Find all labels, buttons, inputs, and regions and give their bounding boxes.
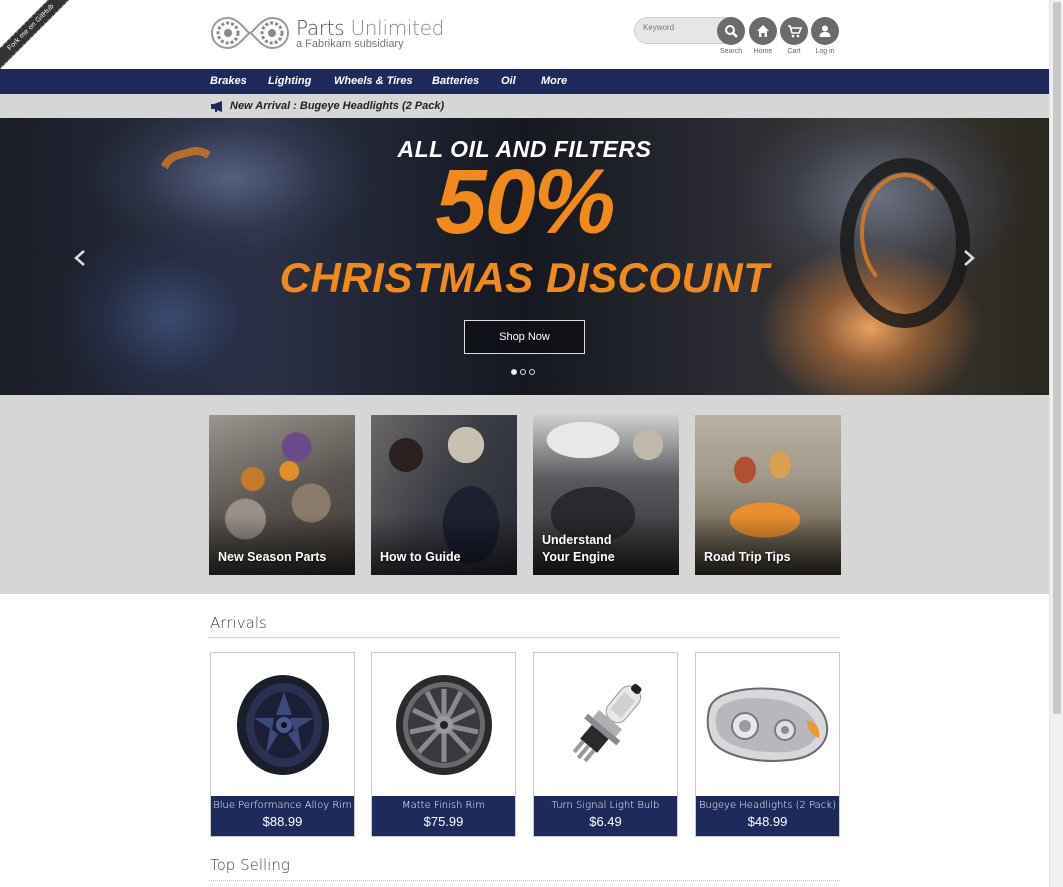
tile-label: Road Trip Tips bbox=[704, 550, 791, 565]
top-selling-divider bbox=[209, 880, 840, 881]
nav-item-lighting[interactable]: Lighting bbox=[268, 75, 311, 87]
hero-subheadline: CHRISTMAS DISCOUNT bbox=[279, 254, 770, 301]
tile-label: Understand Your Engine bbox=[542, 533, 615, 565]
user-icon bbox=[819, 25, 831, 37]
product-name[interactable]: Matte Finish Rim bbox=[372, 800, 515, 811]
login-button[interactable] bbox=[811, 17, 839, 45]
product-image-light-bulb[interactable] bbox=[534, 653, 677, 797]
product-price: $48.99 bbox=[747, 814, 788, 829]
product-name[interactable]: Blue Performance Alloy Rim bbox=[211, 800, 354, 811]
github-ribbon[interactable]: Fork me on GitHub bbox=[0, 0, 80, 80]
search-button[interactable] bbox=[717, 17, 745, 45]
carousel-dot-3[interactable] bbox=[529, 369, 535, 375]
nav-item-more[interactable]: More bbox=[541, 75, 567, 87]
product-name[interactable]: Bugeye Headlights (2 Pack) bbox=[696, 800, 839, 811]
brand-logo[interactable]: Parts Unlimited a Fabrikam subsidiary bbox=[209, 14, 444, 52]
product-image-alloy-rim[interactable] bbox=[211, 653, 354, 797]
github-ribbon-text[interactable]: Fork me on GitHub bbox=[0, 0, 80, 79]
product-image-headlights[interactable] bbox=[696, 653, 839, 797]
site-header: Parts Unlimited a Fabrikam subsidiary Se… bbox=[0, 0, 1049, 69]
carousel-dot-1[interactable] bbox=[511, 369, 517, 375]
cart-icon bbox=[787, 25, 802, 38]
arrivals-title: Arrivals bbox=[210, 614, 267, 632]
tile-road-trip-tips[interactable]: Road Trip Tips bbox=[695, 415, 841, 575]
scrollbar-thumb[interactable] bbox=[1053, 2, 1061, 714]
announcement-text[interactable]: New Arrival : Bugeye Headlights (2 Pack) bbox=[230, 100, 444, 112]
home-button[interactable] bbox=[749, 17, 777, 45]
logo-gears-icon bbox=[210, 16, 290, 50]
megaphone-icon bbox=[211, 101, 222, 112]
tile-how-to-guide[interactable]: How to Guide bbox=[371, 415, 517, 575]
nav-item-wheels-tires[interactable]: Wheels & Tires bbox=[334, 75, 413, 87]
product-card[interactable]: Turn Signal Light Bulb $6.49 bbox=[533, 652, 678, 837]
nav-item-oil[interactable]: Oil bbox=[501, 75, 516, 87]
product-card[interactable]: Blue Performance Alloy Rim $88.99 bbox=[210, 652, 355, 837]
top-selling-title: Top Selling bbox=[210, 856, 290, 874]
hero-carousel: ALL OIL AND FILTERS 50% CHRISTMAS DISCOU… bbox=[0, 118, 1049, 395]
product-price: $75.99 bbox=[423, 814, 464, 829]
main-nav: Brakes Lighting Wheels & Tires Batteries… bbox=[0, 69, 1049, 94]
carousel-dot-2[interactable] bbox=[520, 369, 526, 375]
arrivals-divider bbox=[209, 637, 840, 638]
brand-name: Parts Unlimited bbox=[296, 16, 445, 40]
login-label: Log in bbox=[815, 48, 835, 55]
product-card[interactable]: Bugeye Headlights (2 Pack) $48.99 bbox=[695, 652, 840, 837]
product-price: $6.49 bbox=[589, 814, 622, 829]
cart-button[interactable] bbox=[780, 17, 808, 45]
search-input[interactable] bbox=[643, 23, 713, 32]
tile-understand-your-engine[interactable]: Understand Your Engine bbox=[533, 415, 679, 575]
home-icon bbox=[757, 25, 769, 37]
tile-label: How to Guide bbox=[380, 550, 461, 565]
product-name[interactable]: Turn Signal Light Bulb bbox=[534, 800, 677, 811]
carousel-indicators bbox=[511, 369, 535, 375]
carousel-next-icon[interactable] bbox=[963, 250, 975, 271]
product-card[interactable]: Matte Finish Rim $75.99 bbox=[371, 652, 516, 837]
nav-item-batteries[interactable]: Batteries bbox=[432, 75, 479, 87]
carousel-prev-icon[interactable] bbox=[74, 250, 86, 271]
page-scrollbar[interactable] bbox=[1049, 0, 1063, 887]
tile-label: New Season Parts bbox=[218, 550, 327, 565]
search-icon bbox=[725, 25, 738, 38]
tile-new-season-parts[interactable]: New Season Parts bbox=[209, 415, 355, 575]
hero-discount-percent: 50% bbox=[435, 151, 615, 253]
product-image-matte-rim[interactable] bbox=[372, 653, 515, 797]
product-price: $88.99 bbox=[262, 814, 303, 829]
feature-tiles: New Season Parts How to Guide Understand… bbox=[0, 395, 1049, 594]
nav-item-brakes[interactable]: Brakes bbox=[210, 75, 247, 87]
shop-now-button[interactable]: Shop Now bbox=[464, 320, 585, 354]
announcement-bar: New Arrival : Bugeye Headlights (2 Pack) bbox=[0, 94, 1049, 118]
